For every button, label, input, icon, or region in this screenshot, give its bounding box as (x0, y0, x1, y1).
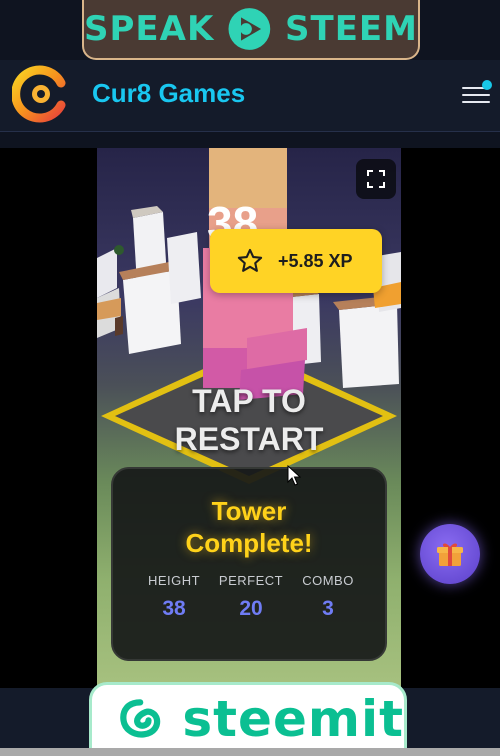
gift-button[interactable] (420, 524, 480, 584)
app-header: Cur8 Games (0, 60, 500, 132)
result-title-line-2: Complete! (185, 528, 313, 558)
result-title-line-1: Tower (211, 496, 287, 526)
banner-steem-text: STEEM (285, 9, 418, 49)
speak-steem-logo-icon (228, 8, 271, 50)
xp-badge: +5.85 XP (210, 229, 382, 293)
stat-perfect: PERFECT 20 (209, 573, 293, 621)
stat-value: 38 (162, 597, 186, 620)
right-letterbox (401, 148, 500, 688)
horizontal-scrollbar[interactable] (0, 748, 500, 756)
steemit-word: steemit (182, 690, 404, 748)
menu-bar (462, 101, 490, 103)
cur8-logo-icon[interactable] (12, 65, 70, 123)
app-title[interactable]: Cur8 Games (92, 78, 245, 109)
star-icon (237, 248, 263, 272)
menu-bar (462, 94, 490, 96)
steemit-logo-icon (120, 699, 161, 738)
game-canvas[interactable]: 38 +5.85 XP TAP TO RESTART Tower Complet… (97, 148, 401, 688)
banner-speak-text: SPEAK (84, 9, 215, 49)
stat-label: COMBO (302, 573, 354, 588)
fullscreen-button[interactable] (356, 159, 396, 199)
tower-complete-panel: Tower Complete! HEIGHT 38 PERFECT 20 COM… (111, 467, 387, 661)
gift-icon (437, 543, 463, 566)
xp-amount: +5.85 XP (278, 250, 353, 271)
stat-value: 3 (322, 597, 334, 620)
mouse-cursor-icon (287, 465, 301, 486)
stat-label: PERFECT (218, 573, 284, 588)
stat-label: HEIGHT (147, 573, 201, 588)
tap-to-restart[interactable]: TAP TO RESTART (97, 382, 401, 458)
stat-height: HEIGHT 38 (132, 573, 216, 621)
restart-line-1: TAP TO (192, 383, 306, 419)
fullscreen-icon (367, 170, 385, 188)
speak-steem-banner[interactable]: SPEAK STEEM (82, 0, 420, 60)
notification-dot (482, 80, 492, 90)
restart-line-2: RESTART (174, 421, 324, 457)
result-title: Tower Complete! (113, 495, 385, 559)
stat-value: 20 (239, 597, 263, 620)
menu-button[interactable] (462, 80, 492, 106)
left-letterbox (0, 148, 97, 688)
steemit-banner[interactable]: steemit (89, 682, 407, 756)
stat-combo: COMBO 3 (286, 573, 370, 621)
